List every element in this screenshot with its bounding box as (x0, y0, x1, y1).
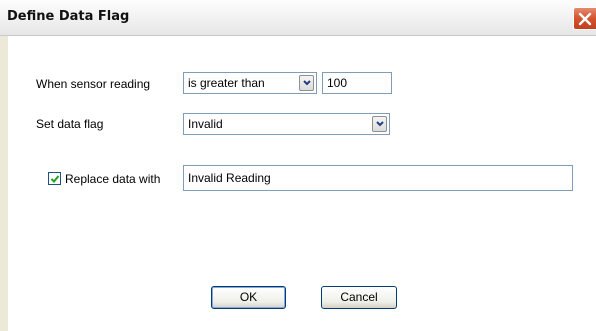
chevron-down-icon (303, 80, 311, 86)
data-flag-dropdown[interactable]: Invalid (183, 113, 390, 135)
comparison-dropdown[interactable]: is greater than (183, 72, 317, 94)
replace-data-checkbox[interactable] (48, 172, 61, 185)
cancel-button[interactable]: Cancel (321, 286, 397, 309)
close-button[interactable] (573, 7, 596, 30)
threshold-value: 100 (327, 76, 348, 90)
close-x-icon (578, 12, 592, 26)
replace-data-input[interactable]: Invalid Reading (183, 165, 573, 191)
define-data-flag-dialog: Define Data Flag When sensor reading is … (0, 0, 596, 331)
checkmark-icon (50, 175, 60, 183)
data-flag-dropdown-button[interactable] (372, 116, 387, 132)
chevron-down-icon (376, 121, 384, 127)
ok-button[interactable]: OK (211, 286, 286, 309)
data-flag-selected-value: Invalid (188, 117, 223, 131)
replace-data-value: Invalid Reading (188, 171, 271, 185)
threshold-input[interactable]: 100 (322, 72, 392, 94)
comparison-selected-value: is greater than (188, 76, 265, 90)
set-data-flag-label: Set data flag (36, 117, 104, 131)
comparison-dropdown-button[interactable] (299, 75, 314, 91)
sensor-reading-label: When sensor reading (36, 77, 151, 91)
dialog-title: Define Data Flag (7, 9, 130, 24)
replace-data-label[interactable]: Replace data with (65, 172, 160, 186)
title-bar[interactable]: Define Data Flag (0, 0, 596, 36)
